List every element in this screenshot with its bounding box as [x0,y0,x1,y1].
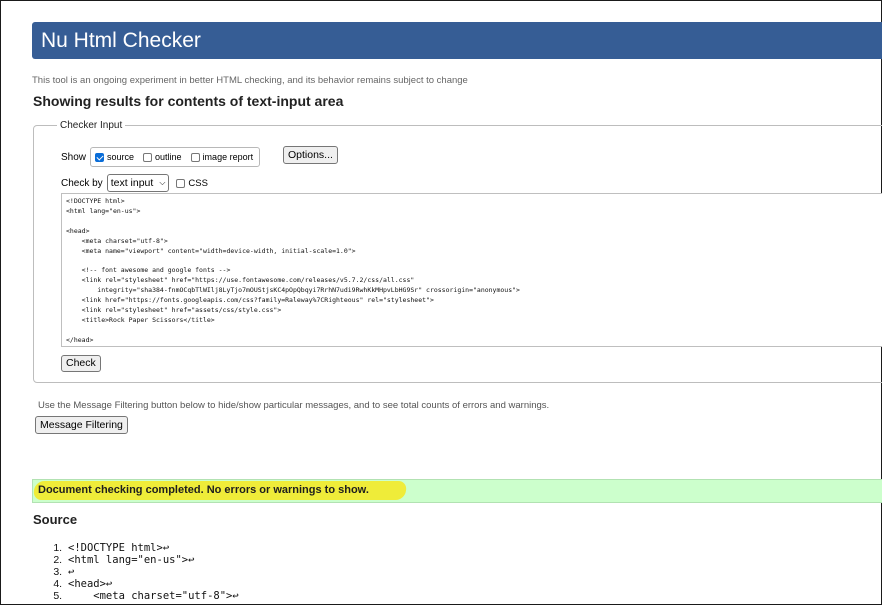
success-message: Document checking completed. No errors o… [38,484,369,496]
checker-input-legend: Checker Input [57,120,126,131]
show-source-option[interactable]: source [95,152,134,162]
outline-label: outline [155,152,182,162]
image-report-checkbox[interactable] [190,152,200,162]
css-checkbox[interactable] [176,178,186,188]
show-label: Show [61,151,87,163]
source-line: <!DOCTYPE html>↩ [65,542,239,554]
outline-checkbox[interactable] [143,152,153,162]
results-heading: Showing results for contents of text-inp… [33,93,344,109]
check-by-label: Check by [61,177,103,189]
source-line: <head>↩ [65,578,239,590]
source-textarea[interactable]: <!DOCTYPE html> <html lang="en-us"> <hea… [61,193,882,347]
check-by-select[interactable]: text input ⌵ [106,174,170,192]
source-line: <meta charset="utf-8">↩ [65,590,238,602]
source-line: <html lang="en-us">↩ [65,554,239,566]
app-title: Nu Html Checker [41,29,201,52]
message-filtering-button[interactable]: Message Filtering [35,416,128,434]
chevron-down-icon: ⌵ [159,178,166,187]
check-by-value: text input [110,177,154,189]
show-image-report-option[interactable]: image report [190,152,254,162]
image-report-label: image report [202,152,254,162]
source-label: source [107,152,135,162]
intro-text: This tool is an ongoing experiment in be… [32,75,468,86]
filter-help-text: Use the Message Filtering button below t… [38,400,550,411]
show-row: Show source outline image report [61,147,261,167]
check-button[interactable]: Check [61,355,101,372]
source-textarea-content: <!DOCTYPE html> <html lang="en-us"> <hea… [66,197,520,344]
source-line: ↩ [65,566,239,578]
css-label: CSS [188,177,208,189]
source-heading: Source [33,512,78,527]
app-header: Nu Html Checker [32,22,882,59]
source-checkbox[interactable] [95,152,105,162]
show-outline-option[interactable]: outline [143,152,182,162]
css-option[interactable]: CSS [176,178,208,189]
options-button[interactable]: Options... [283,146,338,164]
show-options-group: source outline image report [90,147,261,167]
check-by-row: Check by text input ⌵ CSS [61,174,208,192]
source-listing: <!DOCTYPE html>↩ <html lang="en-us">↩ ↩ … [37,542,239,602]
